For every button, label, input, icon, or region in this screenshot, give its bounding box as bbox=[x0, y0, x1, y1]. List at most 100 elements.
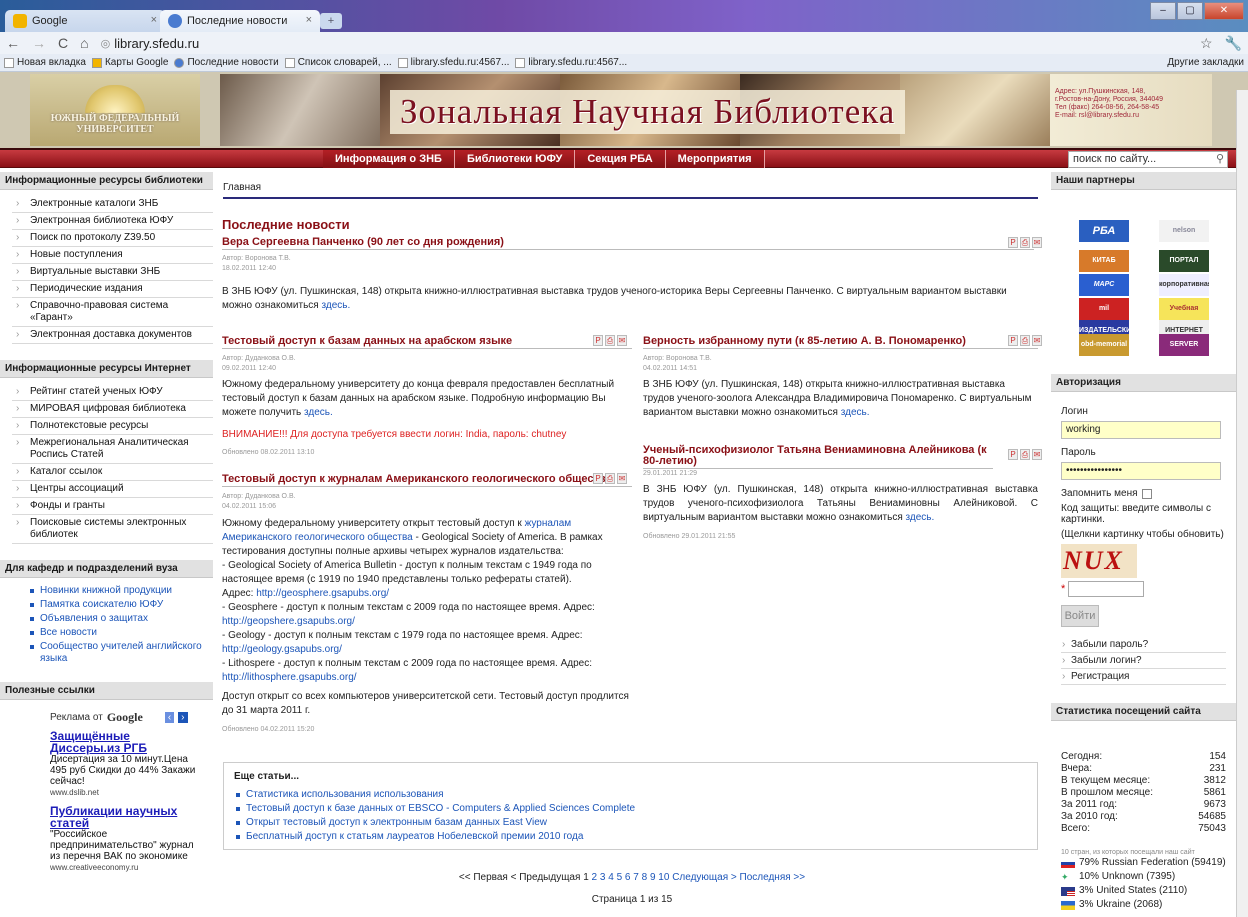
tab-news[interactable]: Последние новости × bbox=[160, 10, 320, 32]
close-window-button[interactable]: ✕ bbox=[1204, 2, 1244, 20]
article-title[interactable]: Вера Сергеевна Панченко (90 лет со дня р… bbox=[222, 236, 1034, 250]
forgot-login-link[interactable]: Забыли логин? bbox=[1061, 653, 1226, 669]
pdf-icon[interactable]: P bbox=[1008, 237, 1018, 248]
print-icon[interactable]: ⎙ bbox=[1020, 237, 1030, 248]
forgot-password-link[interactable]: Забыли пароль? bbox=[1061, 637, 1226, 653]
journal-url[interactable]: http://lithosphere.gsapubs.org/ bbox=[222, 672, 357, 683]
register-link[interactable]: Регистрация bbox=[1061, 669, 1226, 685]
pager-page[interactable]: 10 bbox=[658, 872, 669, 883]
new-tab-button[interactable]: + bbox=[320, 13, 342, 29]
pdf-icon[interactable]: P bbox=[1008, 449, 1018, 460]
remember-checkbox[interactable] bbox=[1141, 488, 1152, 499]
search-icon[interactable]: ⚲ bbox=[1216, 152, 1224, 165]
other-bookmarks[interactable]: Другие закладки bbox=[1164, 57, 1244, 68]
password-input[interactable]: •••••••••••••••• bbox=[1061, 462, 1221, 480]
reload-icon[interactable]: C bbox=[58, 35, 68, 51]
journal-url[interactable]: http://geosphere.gsapubs.org/ bbox=[256, 588, 389, 599]
article-link[interactable]: здесь. bbox=[841, 407, 870, 418]
pdf-icon[interactable]: P bbox=[1008, 335, 1018, 346]
pager-next[interactable]: Следующая > bbox=[672, 872, 737, 883]
minimize-button[interactable]: – bbox=[1150, 2, 1176, 20]
ad-url[interactable]: www.dslib.net bbox=[50, 787, 200, 798]
close-tab-icon[interactable]: × bbox=[151, 14, 157, 26]
pdf-icon[interactable]: P bbox=[593, 335, 603, 346]
article-title[interactable]: Верность избранному пути (к 85-летию А. … bbox=[643, 335, 1038, 349]
partner-logo[interactable]: obd-memorial bbox=[1079, 334, 1129, 356]
partner-logo[interactable]: корпоративная сеть bbox=[1159, 274, 1209, 296]
sidebar-link[interactable]: Межрегиональная Аналитическая Роспись Ст… bbox=[12, 435, 213, 464]
print-icon[interactable]: ⎙ bbox=[1020, 449, 1030, 460]
sidebar-link[interactable]: Электронная библиотека ЮФУ bbox=[12, 213, 213, 230]
more-article-link[interactable]: Статистика использования использования bbox=[234, 788, 1027, 802]
article-title[interactable]: Ученый-психофизиолог Татьяна Вениаминовн… bbox=[643, 445, 993, 469]
bullet-link[interactable]: Новинки книжной продукции bbox=[0, 584, 213, 598]
bookmark-star-icon[interactable]: ☆ bbox=[1200, 35, 1213, 52]
sidebar-link[interactable]: Каталог ссылок bbox=[12, 464, 213, 481]
tab-google[interactable]: Google × bbox=[5, 10, 165, 32]
bookmark-item[interactable]: Новая вкладка bbox=[4, 57, 86, 68]
menu-item-rba[interactable]: Секция РБА bbox=[575, 150, 666, 168]
sidebar-link[interactable]: Центры ассоциаций bbox=[12, 481, 213, 498]
sidebar-link[interactable]: Полнотекстовые ресурсы bbox=[12, 418, 213, 435]
ad-title[interactable]: Публикации научных статей bbox=[50, 805, 200, 829]
print-icon[interactable]: ⎙ bbox=[605, 335, 615, 346]
site-search-input[interactable]: поиск по сайту... ⚲ bbox=[1068, 151, 1228, 168]
partner-logo[interactable]: РБА bbox=[1079, 220, 1129, 242]
ad-url[interactable]: www.creativeeconomy.ru bbox=[50, 862, 200, 873]
partner-logo[interactable]: mil bbox=[1079, 298, 1129, 320]
article-link[interactable]: здесь. bbox=[906, 512, 935, 523]
pager-page[interactable]: 9 bbox=[650, 872, 656, 883]
pager-page[interactable]: 8 bbox=[642, 872, 648, 883]
sidebar-link[interactable]: Рейтинг статей ученых ЮФУ bbox=[12, 384, 213, 401]
partner-logo[interactable]: Учебная литература bbox=[1159, 298, 1209, 320]
more-article-link[interactable]: Бесплатный доступ к статьям лауреатов Но… bbox=[234, 830, 1027, 844]
more-article-link[interactable]: Открыт тестовый доступ к электронным баз… bbox=[234, 816, 1027, 830]
pdf-icon[interactable]: P bbox=[593, 473, 603, 484]
forward-arrow-icon[interactable]: → bbox=[32, 35, 46, 51]
breadcrumb-home[interactable]: Главная bbox=[223, 182, 261, 193]
pager-page[interactable]: 2 bbox=[592, 872, 598, 883]
sidebar-link[interactable]: Поисковые системы электронных библиотек bbox=[12, 515, 213, 544]
close-tab-icon[interactable]: × bbox=[306, 14, 312, 26]
email-icon[interactable]: ✉ bbox=[1032, 449, 1042, 460]
address-bar[interactable]: ◎ library.sfedu.ru bbox=[101, 36, 1188, 51]
bookmark-item[interactable]: library.sfedu.ru:4567... bbox=[397, 57, 509, 68]
article-title[interactable]: Тестовый доступ к журналам Американского… bbox=[222, 473, 632, 487]
journal-url[interactable]: http://geopshere.gsapubs.org/ bbox=[222, 616, 355, 627]
pager-page[interactable]: 6 bbox=[625, 872, 631, 883]
bookmark-item[interactable]: library.sfedu.ru:4567... bbox=[515, 57, 627, 68]
bookmark-item[interactable]: Карты Google bbox=[91, 57, 168, 68]
sidebar-link[interactable]: Справочно-правовая система «Гарант» bbox=[12, 298, 213, 327]
pager-page[interactable]: 3 bbox=[600, 872, 606, 883]
menu-item-events[interactable]: Мероприятия bbox=[665, 150, 765, 168]
bullet-link[interactable]: Объявления о защитах bbox=[0, 612, 213, 626]
bookmark-item[interactable]: Последние новости bbox=[174, 57, 279, 68]
bullet-link[interactable]: Памятка соискателю ЮФУ bbox=[0, 598, 213, 612]
article-link[interactable]: здесь. bbox=[304, 407, 333, 418]
partner-logo[interactable]: МАРС bbox=[1079, 274, 1129, 296]
article-title[interactable]: Тестовый доступ к базам данных на арабск… bbox=[222, 335, 632, 349]
bullet-link[interactable]: Сообщество учителей английского языка bbox=[0, 640, 213, 666]
sidebar-link[interactable]: Фонды и гранты bbox=[12, 498, 213, 515]
email-icon[interactable]: ✉ bbox=[617, 335, 627, 346]
pager-page[interactable]: 7 bbox=[633, 872, 639, 883]
menu-item-libraries[interactable]: Библиотеки ЮФУ bbox=[454, 150, 576, 168]
bookmark-item[interactable]: Список словарей, ... bbox=[284, 57, 392, 68]
email-icon[interactable]: ✉ bbox=[617, 473, 627, 484]
sidebar-link[interactable]: МИРОВАЯ цифровая библиотека bbox=[12, 401, 213, 418]
more-article-link[interactable]: Тестовый доступ к базе данных от EBSCO -… bbox=[234, 802, 1027, 816]
print-icon[interactable]: ⎙ bbox=[1020, 335, 1030, 346]
email-icon[interactable]: ✉ bbox=[1032, 237, 1042, 248]
sidebar-link[interactable]: Периодические издания bbox=[12, 281, 213, 298]
ad-title[interactable]: Защищённые Диссеры.из РГБ bbox=[50, 730, 200, 754]
menu-item-info[interactable]: Информация о ЗНБ bbox=[323, 150, 455, 168]
back-arrow-icon[interactable]: ← bbox=[6, 35, 20, 51]
captcha-image[interactable]: NUX bbox=[1061, 544, 1137, 578]
partner-logo[interactable]: nelson bbox=[1159, 220, 1209, 242]
sidebar-link[interactable]: Виртуальные выставки ЗНБ bbox=[12, 264, 213, 281]
sidebar-link[interactable]: Электронная доставка документов bbox=[12, 327, 213, 344]
pager-page[interactable]: 4 bbox=[608, 872, 614, 883]
partner-logo[interactable]: SERVER bbox=[1159, 334, 1209, 356]
journal-url[interactable]: http://geology.gsapubs.org/ bbox=[222, 644, 342, 655]
captcha-input[interactable] bbox=[1068, 581, 1145, 597]
